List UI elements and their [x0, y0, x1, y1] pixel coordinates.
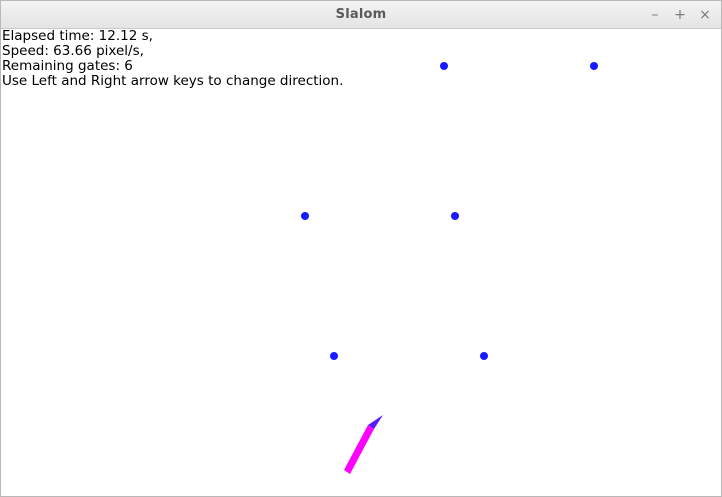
speed-text: Speed: 63.66 pixel/s,	[2, 43, 144, 59]
window-title: Slalom	[335, 7, 387, 22]
skier-tip	[368, 415, 383, 429]
instructions-text: Use Left and Right arrow keys to change …	[2, 73, 344, 89]
skier	[344, 415, 383, 474]
gate-1-left-pole	[440, 62, 448, 70]
close-button[interactable]: ×	[699, 8, 711, 22]
window-controls: – + ×	[649, 1, 711, 28]
maximize-button[interactable]: +	[674, 8, 686, 22]
skier-body	[344, 425, 374, 474]
remaining-gates-text: Remaining gates: 6	[2, 58, 133, 74]
game-canvas[interactable]: Elapsed time: 12.12 s, Speed: 63.66 pixe…	[1, 29, 721, 496]
gate-3-right-pole	[480, 352, 488, 360]
gate-1-right-pole	[590, 62, 598, 70]
gate-3-left-pole	[330, 352, 338, 360]
gate-2-left-pole	[301, 212, 309, 220]
game-window: Slalom – + × Elapsed time: 12.12 s, Spee…	[0, 0, 722, 497]
minimize-button[interactable]: –	[649, 8, 661, 22]
hud: Elapsed time: 12.12 s, Speed: 63.66 pixe…	[2, 29, 343, 89]
title-bar[interactable]: Slalom – + ×	[1, 1, 721, 29]
gate-2-right-pole	[451, 212, 459, 220]
elapsed-time-text: Elapsed time: 12.12 s,	[2, 28, 153, 44]
